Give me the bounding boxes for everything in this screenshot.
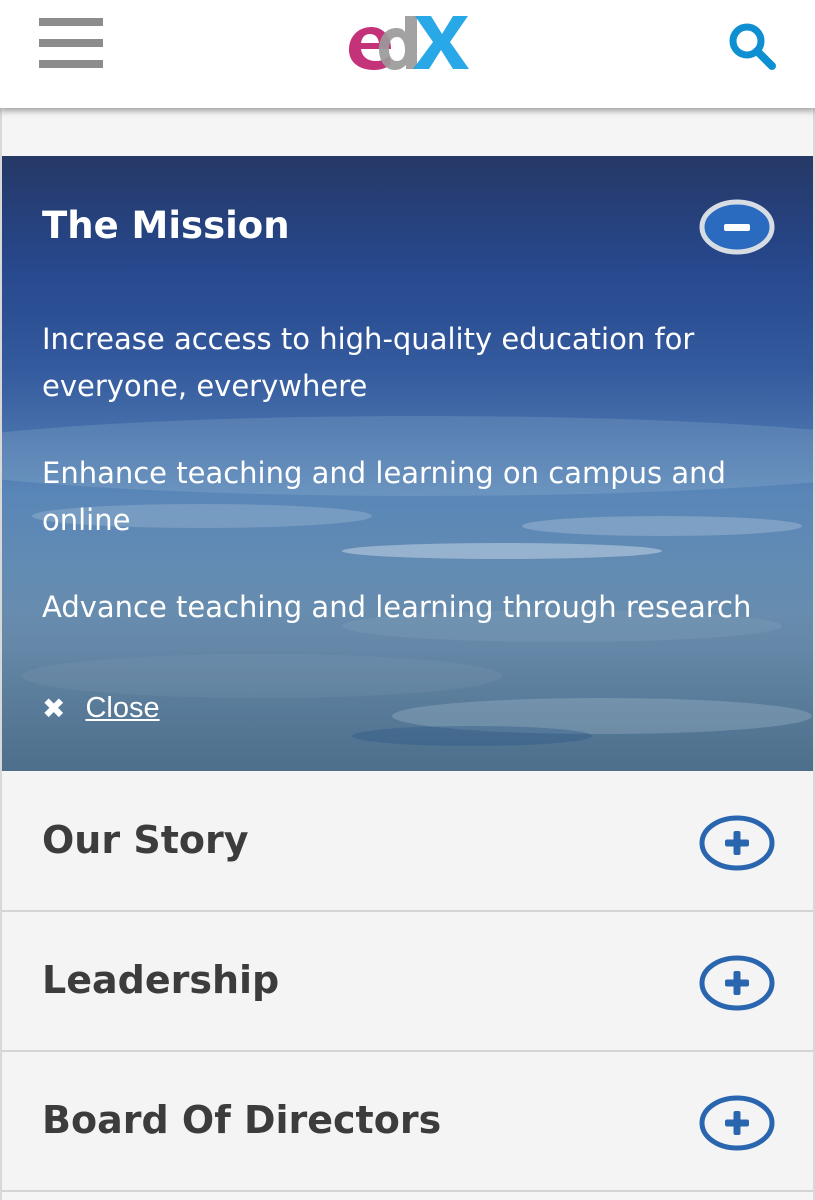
close-x-icon: ✖ [42,691,66,725]
plus-circle-icon[interactable] [698,1094,776,1152]
accordion-item-board-of-directors[interactable]: Board Of Directors [2,1052,813,1192]
mission-point-3: Advance teaching and learning through re… [42,590,752,624]
plus-circle-icon[interactable] [698,814,776,872]
plus-circle-icon[interactable] [698,954,776,1012]
mission-point-2: Enhance teaching and learning on campus … [42,456,726,537]
logo-letter-d [379,16,417,70]
close-link[interactable]: Close [85,692,159,725]
accordion-item-our-story[interactable]: Our Story [2,772,813,912]
mission-title[interactable]: The Mission [42,204,290,247]
menu-bar [39,39,103,47]
mission-point-1: Increase access to high-quality educatio… [42,322,695,403]
logo-letter-x [413,16,469,69]
accordion-label: Our Story [42,818,249,862]
accordion-label: Board Of Directors [42,1098,442,1142]
accordion-item-leadership[interactable]: Leadership [2,912,813,1052]
top-header [0,0,815,108]
menu-bar [39,18,103,26]
search-icon[interactable] [726,20,778,72]
edx-logo[interactable] [345,12,471,74]
minus-circle-icon[interactable] [699,199,775,255]
menu-bar [39,60,103,68]
close-button[interactable]: ✖ Close [42,688,160,728]
accordion-label: Leadership [42,958,280,1002]
hamburger-menu-icon[interactable] [39,18,103,70]
mission-panel: The Mission Increase access to high-qual… [2,156,813,771]
